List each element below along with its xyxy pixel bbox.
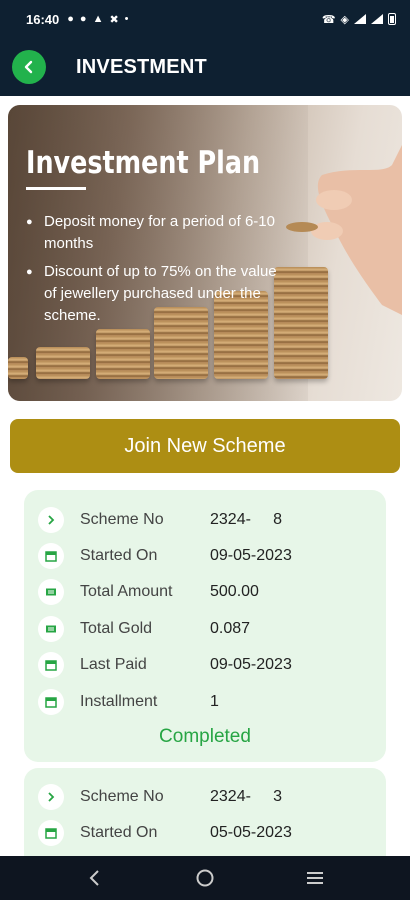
row-label: Started On: [80, 547, 158, 564]
row-value: 500.00: [210, 583, 259, 600]
banner-underline: [26, 187, 86, 190]
row-label: Scheme No: [80, 511, 164, 528]
status-badge: Completed: [159, 726, 251, 747]
page-title: INVESTMENT: [76, 55, 207, 78]
banner-bullet: Discount of up to 75% on the value of je…: [26, 261, 288, 327]
recents-nav-icon: [307, 872, 323, 884]
row-label: Started On: [80, 824, 158, 841]
row-value: 1: [210, 693, 219, 710]
nav-recents-button[interactable]: [295, 863, 335, 893]
chat-bubble-icon: ●: [67, 12, 74, 25]
status-bar: 16:40 ● ● ▲ ✖ • ☎ ◈: [0, 0, 410, 38]
coin-stack: [36, 347, 90, 379]
row-label: Total Gold: [80, 620, 153, 637]
back-button[interactable]: [12, 50, 46, 84]
signal-icon: [371, 14, 383, 24]
money-icon: [38, 579, 64, 605]
scheme-card[interactable]: Scheme No 2324- 8 Started On 09-05-2023 …: [24, 490, 386, 762]
chevron-right-icon: [38, 784, 64, 810]
chevron-left-icon: [24, 60, 33, 74]
row-value: 05-05-2023: [210, 824, 292, 841]
wifi-icon: ◈: [340, 13, 349, 26]
row-value: 2324- 8: [210, 511, 283, 528]
bell-icon: ▲: [92, 12, 104, 25]
signal-icon: [354, 14, 366, 24]
row-label: Installment: [80, 693, 158, 710]
nav-back-button[interactable]: [75, 863, 115, 893]
dot-icon: •: [124, 12, 129, 25]
row-value: 0.087: [210, 620, 251, 637]
back-nav-icon: [89, 870, 99, 886]
calendar-icon: [38, 543, 64, 569]
calendar-icon: [38, 652, 64, 678]
row-label: Total Amount: [80, 583, 173, 600]
row-label: Scheme No: [80, 788, 164, 805]
wifi-call-icon: ☎: [321, 13, 336, 26]
scheme-row: Started On 09-05-2023: [38, 541, 292, 571]
scheme-row: Total Amount 500.00: [38, 577, 259, 607]
row-value: 09-05-2023: [210, 656, 292, 673]
calendar-icon: [38, 820, 64, 846]
row-value: 2324- 3: [210, 788, 283, 805]
system-nav-bar: [0, 856, 410, 900]
scheme-row: Scheme No 2324- 3: [38, 782, 282, 812]
investment-plan-banner: Investment Plan Deposit money for a peri…: [8, 105, 402, 401]
scheme-row: Total Gold 0.087: [38, 614, 250, 644]
banner-bullets: Deposit money for a period of 6-10 month…: [26, 211, 288, 333]
home-nav-icon: [196, 869, 214, 887]
nav-home-button[interactable]: [185, 863, 225, 893]
scheme-row: Started On 05-05-2023: [38, 818, 292, 848]
chevron-right-icon: [38, 507, 64, 533]
banner-title: Investment Plan: [26, 145, 261, 181]
coin-stack: [96, 329, 150, 379]
banner-bullet: Deposit money for a period of 6-10 month…: [26, 211, 288, 255]
battery-icon: [388, 13, 396, 25]
scheme-row: Installment 1: [38, 687, 219, 717]
scheme-row: Last Paid 09-05-2023: [38, 650, 292, 680]
scheme-row: Scheme No 2324- 8: [38, 505, 282, 535]
row-label: Last Paid: [80, 656, 147, 673]
status-time: 16:40: [26, 11, 60, 27]
chat-bubble-icon: ●: [79, 12, 87, 25]
join-new-scheme-button[interactable]: Join New Scheme: [10, 419, 400, 473]
coin-stack: [8, 357, 28, 379]
system-icons: ☎ ◈: [322, 13, 396, 26]
app-bar: INVESTMENT: [0, 38, 410, 96]
row-value: 09-05-2023: [210, 547, 292, 564]
notification-icons: ● ● ▲ ✖ •: [67, 13, 128, 26]
pinwheel-icon: ✖: [109, 13, 119, 26]
money-icon: [38, 616, 64, 642]
calendar-icon: [38, 689, 64, 715]
